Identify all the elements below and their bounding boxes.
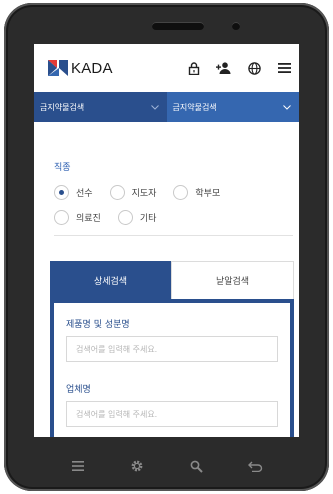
chevron-down-icon xyxy=(283,103,291,112)
category-select-left-label: 금지약물검색 xyxy=(40,102,85,112)
radio-circle[interactable] xyxy=(54,185,69,200)
lock-icon[interactable] xyxy=(179,58,209,78)
radio-circle[interactable] xyxy=(173,185,189,200)
category-select-left[interactable]: 금지약물검색 xyxy=(34,92,167,122)
kada-logo[interactable]: KADA xyxy=(48,60,113,77)
back-icon[interactable] xyxy=(241,454,269,478)
search-category-bar: 금지약물검색 금지약물검색 xyxy=(34,92,299,122)
company-field-label: 업체명 xyxy=(66,385,91,395)
divider xyxy=(54,235,293,236)
radio-label: 학부모 xyxy=(195,189,221,199)
kada-logo-icon xyxy=(48,60,68,76)
radio-parent[interactable]: 학부모 xyxy=(173,185,220,200)
chevron-down-icon xyxy=(150,103,159,112)
detail-search-panel: 제품명 및 성분명 검색어를 입력해 주세요. 업체명 검색어를 입력해 주세요… xyxy=(50,299,294,437)
logo-text: KADA xyxy=(71,59,113,77)
front-camera xyxy=(232,22,240,30)
category-select-right[interactable]: 금지약물검색 xyxy=(166,92,299,122)
radio-label: 지도자 xyxy=(131,189,157,199)
radio-circle[interactable] xyxy=(117,210,133,225)
product-field-label: 제품명 및 성분명 xyxy=(66,320,130,330)
company-search-input[interactable]: 검색어를 입력해 주세요. xyxy=(66,401,278,427)
app-screen: KADA 금지약물검색 금지약물검색 직종 선수 지도자 학부모 의료진 기타 … xyxy=(34,44,299,437)
radio-athlete[interactable]: 선수 xyxy=(54,185,93,200)
menu-icon[interactable] xyxy=(64,454,92,478)
tab-detail-search[interactable]: 상세검색 xyxy=(50,261,171,299)
job-type-section: 직종 선수 지도자 학부모 의료진 기타 xyxy=(34,122,299,225)
speaker-grille xyxy=(152,22,204,30)
job-type-title: 직종 xyxy=(54,163,71,173)
radio-label: 선수 xyxy=(76,189,93,199)
product-search-input[interactable]: 검색어를 입력해 주세요. xyxy=(66,336,278,362)
radio-circle[interactable] xyxy=(54,210,69,225)
app-header: KADA xyxy=(34,44,299,92)
add-user-icon[interactable] xyxy=(209,58,239,78)
globe-icon[interactable] xyxy=(239,58,269,78)
radio-circle[interactable] xyxy=(109,185,125,200)
radio-coach[interactable]: 지도자 xyxy=(109,185,157,200)
tab-alphabet-search[interactable]: 낱알검색 xyxy=(171,261,294,299)
search-tabs: 상세검색 낱알검색 xyxy=(50,261,294,299)
category-select-right-label: 금지약물검색 xyxy=(172,102,217,112)
radio-label: 기타 xyxy=(139,214,157,224)
radio-medical[interactable]: 의료진 xyxy=(54,210,101,225)
radio-other[interactable]: 기타 xyxy=(117,210,157,225)
menu-icon[interactable] xyxy=(269,58,299,78)
radio-label: 의료진 xyxy=(76,214,101,224)
search-icon[interactable] xyxy=(182,454,210,478)
settings-icon[interactable] xyxy=(123,454,151,478)
device-navbar xyxy=(34,452,299,480)
